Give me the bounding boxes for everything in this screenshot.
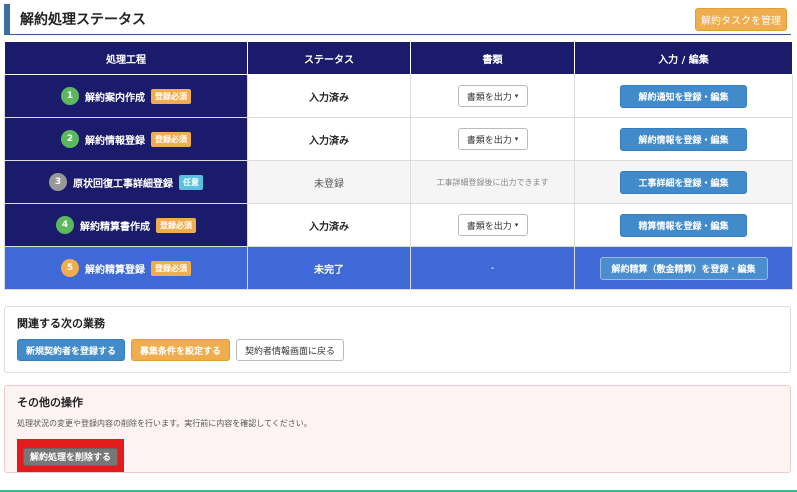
table-row-current: 5 解約精算登録 登録必須 未完了 - 解約精算（敷金精算）を登録・編集 (4, 246, 793, 290)
step-number-badge: 4 (56, 216, 74, 234)
table-row: 1 解約案内作成 登録必須 入力済み 書類を出力 ▾ 解約通知を登録・編集 (4, 74, 793, 118)
table-row: 2 解約情報登録 登録必須 入力済み 書類を出力 ▾ 解約情報を登録・編集 (4, 117, 793, 161)
status-cell: 未完了 (247, 246, 411, 290)
step-number-badge: 5 (61, 259, 79, 277)
manage-cancellation-tasks-button[interactable]: 解約タスクを管理 (695, 8, 787, 31)
register-edit-button[interactable]: 解約情報を登録・編集 (620, 127, 747, 151)
step-number-badge: 2 (61, 130, 79, 148)
step-cell: 3 原状回復工事詳細登録 任意 (4, 160, 248, 204)
register-edit-button[interactable]: 精算情報を登録・編集 (620, 213, 747, 237)
status-cell: 入力済み (247, 203, 411, 247)
step-number-badge: 1 (61, 87, 79, 105)
step-label: 原状回復工事詳細登録 (73, 178, 173, 190)
step-cell: 1 解約案内作成 登録必須 (4, 74, 248, 118)
required-badge: 登録必須 (151, 131, 191, 147)
step-number-badge: 3 (49, 173, 67, 191)
register-edit-button[interactable]: 解約通知を登録・編集 (620, 84, 747, 108)
step-cell: 5 解約精算登録 登録必須 (4, 246, 248, 290)
delete-button-highlight: 解約処理を削除する (17, 439, 125, 472)
required-badge: 登録必須 (151, 260, 191, 276)
output-documents-dropdown[interactable]: 書類を出力 ▾ (457, 214, 528, 236)
docs-cell: 書類を出力 ▾ (410, 117, 575, 161)
status-cell: 入力済み (247, 74, 411, 118)
step-label: 解約精算書作成 (80, 221, 150, 233)
column-header-status: ステータス (247, 41, 411, 75)
step-label: 解約情報登録 (85, 135, 145, 147)
step-label: 解約案内作成 (85, 92, 145, 104)
caret-down-icon: ▾ (514, 221, 519, 229)
column-header-step: 処理工程 (4, 41, 248, 75)
table-header-row: 処理工程 ステータス 書類 入力 / 編集 (4, 41, 793, 75)
process-status-table: 処理工程 ステータス 書類 入力 / 編集 1 解約案内作成 登録必須 入力済み… (4, 41, 793, 290)
set-recruitment-conditions-button[interactable]: 募集条件を設定する (131, 339, 231, 361)
required-badge: 登録必須 (156, 217, 196, 233)
column-header-documents: 書類 (410, 41, 575, 75)
action-cell: 精算情報を登録・編集 (574, 203, 793, 247)
table-row: 4 解約精算書作成 登録必須 入力済み 書類を出力 ▾ 精算情報を登録・編集 (4, 203, 793, 247)
required-badge: 登録必須 (151, 88, 191, 104)
page-header: 解約処理ステータス (4, 4, 791, 35)
other-operations-title: その他の操作 (17, 396, 83, 409)
output-documents-dropdown[interactable]: 書類を出力 ▾ (457, 85, 528, 107)
docs-note: - (410, 246, 575, 290)
caret-down-icon: ▾ (514, 135, 519, 143)
other-operations-panel: その他の操作 処理状況の変更や登録内容の削除を行います。実行前に内容を確認してく… (4, 385, 791, 473)
step-cell: 4 解約精算書作成 登録必須 (4, 203, 248, 247)
action-cell: 解約精算（敷金精算）を登録・編集 (574, 246, 793, 290)
table-row: 3 原状回復工事詳細登録 任意 未登録 工事詳細登録後に出力できます 工事詳細を… (4, 160, 793, 204)
action-cell: 工事詳細を登録・編集 (574, 160, 793, 204)
optional-badge: 任意 (179, 174, 203, 190)
status-cell: 未登録 (247, 160, 411, 204)
status-cell: 入力済み (247, 117, 411, 161)
caret-down-icon: ▾ (514, 92, 519, 100)
other-operations-description: 処理状況の変更や登録内容の削除を行います。実行前に内容を確認してください。 (17, 419, 312, 428)
register-edit-settlement-button[interactable]: 解約精算（敷金精算）を登録・編集 (599, 256, 768, 280)
register-edit-button[interactable]: 工事詳細を登録・編集 (620, 170, 747, 194)
action-cell: 解約情報を登録・編集 (574, 117, 793, 161)
page-title: 解約処理ステータス (20, 12, 146, 28)
related-tasks-title: 関連する次の業務 (17, 317, 105, 330)
step-label: 解約精算登録 (85, 264, 145, 276)
docs-note: 工事詳細登録後に出力できます (410, 160, 575, 204)
step-cell: 2 解約情報登録 登録必須 (4, 117, 248, 161)
register-new-tenant-button[interactable]: 新規契約者を登録する (17, 339, 126, 361)
related-tasks-panel: 関連する次の業務 新規契約者を登録する 募集条件を設定する 契約者情報画面に戻る (4, 306, 791, 373)
output-documents-dropdown[interactable]: 書類を出力 ▾ (457, 128, 528, 150)
column-header-input-edit: 入力 / 編集 (574, 41, 793, 75)
docs-cell: 書類を出力 ▾ (410, 203, 575, 247)
back-to-tenant-info-button[interactable]: 契約者情報画面に戻る (236, 339, 345, 361)
delete-cancellation-button[interactable]: 解約処理を削除する (23, 447, 119, 466)
action-cell: 解約通知を登録・編集 (574, 74, 793, 118)
docs-cell: 書類を出力 ▾ (410, 74, 575, 118)
